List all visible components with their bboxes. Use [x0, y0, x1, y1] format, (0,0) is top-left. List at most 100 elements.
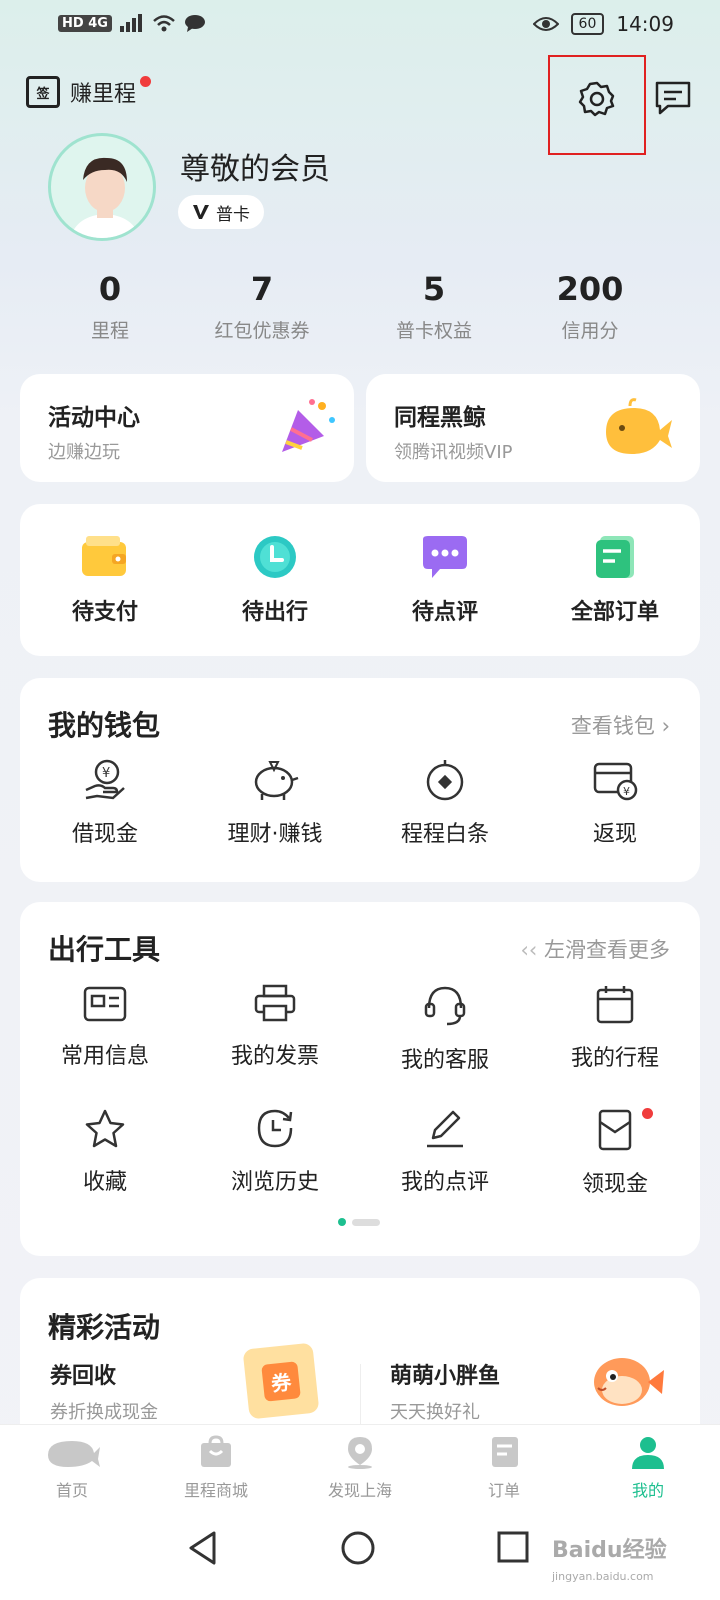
gear-icon[interactable]	[578, 80, 616, 118]
favorites-button[interactable]: 收藏	[20, 1108, 190, 1198]
wallet-card: 我的钱包 查看钱包 › ¥ 借现金 理财·赚钱 程程白条 ¥ 返现	[20, 678, 700, 882]
events-card: 精彩活动 券回收 券折换成现金 券 萌萌小胖鱼 天天换好礼	[20, 1278, 700, 1448]
headset-icon	[424, 986, 466, 1026]
card-label: 普卡	[216, 204, 250, 225]
calendar-glyph: 签	[36, 86, 50, 102]
tools-row-1: 常用信息 我的发票 我的客服 我的行程	[20, 984, 700, 1074]
wallet-label: 理财·赚钱	[227, 822, 323, 847]
tool-label: 浏览历史	[230, 1170, 319, 1195]
all-orders-button[interactable]: 全部订单	[530, 534, 700, 626]
document-list-icon	[596, 536, 634, 578]
eye-icon	[532, 17, 559, 31]
clock: 14:09	[616, 12, 674, 36]
finance-button[interactable]: 理财·赚钱	[190, 758, 360, 848]
customer-service-button[interactable]: 我的客服	[360, 984, 530, 1074]
tool-label: 我的点评	[400, 1170, 489, 1195]
status-bar: HD 4G 60 14:09	[0, 0, 720, 52]
notification-dot	[140, 76, 151, 87]
tab-mileage-mall[interactable]: 里程商城	[144, 1425, 288, 1516]
earn-mileage-label: 赚里程	[70, 82, 137, 107]
member-card-badge[interactable]: 普卡	[178, 195, 264, 229]
message-icon[interactable]	[654, 80, 692, 116]
tab-label: 订单	[487, 1481, 520, 1500]
events-title: 精彩活动	[48, 1311, 161, 1344]
order-label: 待支付	[71, 600, 138, 625]
stat-value: 200	[556, 270, 624, 308]
common-info-button[interactable]: 常用信息	[20, 984, 190, 1074]
calendar-icon	[596, 986, 634, 1024]
tool-label: 常用信息	[60, 1044, 149, 1069]
pending-review-button[interactable]: 待点评	[360, 534, 530, 626]
cashback-button[interactable]: ¥ 返现	[530, 758, 700, 848]
wallet-label: 返现	[592, 822, 637, 847]
tab-discover[interactable]: 发现上海	[288, 1425, 432, 1516]
stat-credit[interactable]: 200 信用分	[510, 270, 670, 343]
event-title: 券回收	[50, 1364, 117, 1389]
stat-value: 5	[422, 270, 446, 308]
history-button[interactable]: 浏览历史	[190, 1108, 360, 1198]
travel-tools-card: 出行工具 ‹‹ 左滑查看更多 常用信息 我的发票 我的客服 我的行程 收藏 浏览…	[20, 902, 700, 1256]
activity-center-card[interactable]: 活动中心 边赚边玩	[20, 374, 354, 482]
tool-label: 收藏	[82, 1170, 127, 1195]
recents-square-icon[interactable]	[496, 1530, 530, 1564]
tab-orders[interactable]: 订单	[432, 1425, 576, 1516]
avatar[interactable]	[48, 133, 156, 241]
page-indicator	[338, 1218, 380, 1226]
status-right: 60 14:09	[532, 12, 674, 36]
tool-label: 我的发票	[230, 1044, 319, 1069]
stat-label: 信用分	[561, 320, 619, 342]
wallet-title: 我的钱包	[48, 709, 161, 742]
tool-label: 领现金	[581, 1172, 648, 1197]
swipe-more-hint: ‹‹ 左滑查看更多	[521, 934, 670, 964]
tab-home[interactable]: 首页	[0, 1425, 144, 1516]
stat-coupons[interactable]: 7 红包优惠券	[182, 270, 342, 343]
home-circle-icon[interactable]	[340, 1530, 376, 1566]
my-trips-button[interactable]: 我的行程	[530, 984, 700, 1074]
stat-label: 红包优惠券	[214, 320, 310, 342]
clock-icon	[254, 536, 296, 578]
pending-payment-button[interactable]: 待支付	[20, 534, 190, 626]
person-icon	[632, 1437, 664, 1469]
claim-cash-button[interactable]: 领现金	[530, 1108, 700, 1198]
chevrons-left-icon: ‹‹	[520, 938, 538, 962]
watermark-brand: Baidu经验	[552, 1538, 667, 1563]
order-label: 待点评	[411, 600, 478, 625]
tab-label: 发现上海	[327, 1481, 392, 1500]
svg-text:¥: ¥	[102, 766, 110, 781]
invoice-button[interactable]: 我的发票	[190, 984, 360, 1074]
my-reviews-button[interactable]: 我的点评	[360, 1108, 530, 1198]
stat-value: 7	[250, 270, 274, 308]
order-doc-icon	[492, 1437, 518, 1467]
black-whale-card[interactable]: 同程黑鲸 领腾讯视频VIP	[366, 374, 700, 482]
id-card-icon	[83, 986, 127, 1022]
borrow-cash-button[interactable]: ¥ 借现金	[20, 758, 190, 848]
piggy-bank-icon	[254, 761, 299, 800]
tab-label: 首页	[55, 1481, 88, 1500]
tool-label: 我的行程	[570, 1046, 659, 1071]
party-popper-icon	[282, 399, 335, 452]
battery-level: 60	[570, 13, 605, 35]
chevron-right-icon: ›	[661, 714, 670, 738]
back-icon[interactable]	[186, 1530, 220, 1566]
member-name: 尊敬的会员	[180, 152, 330, 187]
white-bar-credit-button[interactable]: 程程白条	[360, 758, 530, 848]
whale-icon	[606, 398, 672, 454]
swipe-more-label: 左滑查看更多	[544, 938, 670, 962]
svg-text:¥: ¥	[623, 785, 630, 798]
wifi-icon	[153, 15, 175, 32]
tools-title: 出行工具	[48, 933, 161, 966]
user-avatar-icon	[70, 157, 140, 238]
stat-mileage[interactable]: 0 里程	[30, 270, 190, 343]
shopping-bag-icon	[201, 1435, 231, 1467]
pending-travel-button[interactable]: 待出行	[190, 534, 360, 626]
view-wallet-link[interactable]: 查看钱包 ›	[571, 710, 670, 740]
tab-mine[interactable]: 我的	[576, 1425, 720, 1516]
stat-benefits[interactable]: 5 普卡权益	[354, 270, 514, 343]
network-indicator: HD 4G	[58, 14, 112, 32]
new-badge-dot	[642, 1108, 653, 1119]
earn-mileage-button[interactable]: 签 赚里程	[26, 76, 136, 108]
card-subtitle: 领腾讯视频VIP	[394, 442, 513, 463]
chat-dots-icon	[423, 536, 467, 578]
wallet-label: 借现金	[71, 822, 138, 847]
wallet-label: 程程白条	[400, 822, 489, 847]
